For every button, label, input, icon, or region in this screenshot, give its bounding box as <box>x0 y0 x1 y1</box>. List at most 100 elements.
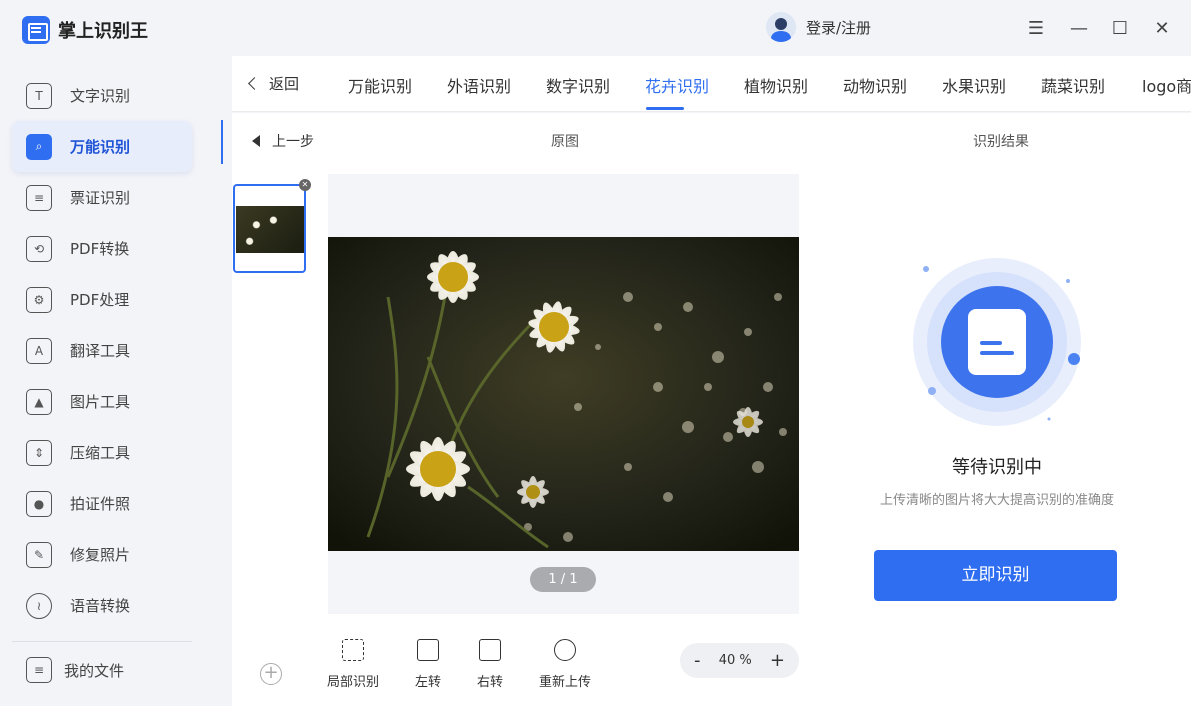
active-tab-indicator <box>646 107 684 110</box>
sidebar-item-text-recognition[interactable]: T 文字识别 <box>12 70 192 121</box>
image-preview: 1 / 1 <box>328 174 799 614</box>
add-image-button[interactable]: + <box>260 663 282 685</box>
active-nav-marker <box>221 120 223 164</box>
rotate-right-icon <box>479 639 501 661</box>
sidebar-item-translate[interactable]: A 翻译工具 <box>12 325 192 376</box>
tab-foreign[interactable]: 外语识别 <box>447 73 511 97</box>
sidebar-item-repair-photo[interactable]: ✎ 修复照片 <box>12 529 192 580</box>
sidebar-item-label: 修复照片 <box>70 546 131 564</box>
crop-focus-icon <box>342 639 364 661</box>
sidebar-item-label: 语音转换 <box>70 597 131 615</box>
pdf-process-icon: ⚙ <box>26 286 52 313</box>
rotate-right-button[interactable]: 右转 <box>455 633 525 690</box>
tool-label: 左转 <box>414 675 441 690</box>
tab-animals[interactable]: 动物识别 <box>843 73 907 97</box>
prev-step-label: 上一步 <box>272 134 314 150</box>
my-files-icon: ≡ <box>26 657 52 683</box>
tool-label: 重新上传 <box>538 675 591 690</box>
titlebar: 登录/注册 ☰ — ☐ ✕ <box>222 0 1191 56</box>
sidebar-item-ticket-recognition[interactable]: ≡ 票证识别 <box>12 172 192 223</box>
reupload-icon <box>554 639 576 661</box>
original-image-title: 原图 <box>551 134 579 150</box>
image-thumbnail[interactable]: ✕ <box>233 179 311 273</box>
thumbnail-image <box>236 206 304 253</box>
maximize-icon[interactable]: ☐ <box>1108 16 1132 40</box>
remove-thumbnail-icon[interactable]: ✕ <box>299 179 311 191</box>
sidebar-item-image-tool[interactable]: ▲ 图片工具 <box>12 376 192 427</box>
sidebar-item-my-files[interactable]: ≡ 我的文件 <box>26 657 124 683</box>
sidebar: 掌上识别王 T 文字识别 ⌕ 万能识别 ≡ 票证识别 ⟲ PDF转换 ⚙ PDF… <box>0 0 222 706</box>
menu-icon[interactable]: ☰ <box>1024 16 1048 40</box>
zoom-out-button[interactable]: - <box>694 650 701 671</box>
back-button[interactable]: 返回 <box>248 73 300 94</box>
sidebar-item-label: 票证识别 <box>70 189 131 207</box>
sidebar-item-label: PDF转换 <box>70 240 130 258</box>
waiting-title: 等待识别中 <box>952 457 1042 478</box>
partial-recognize-button[interactable]: 局部识别 <box>318 633 388 690</box>
sidebar-nav: T 文字识别 ⌕ 万能识别 ≡ 票证识别 ⟲ PDF转换 ⚙ PDF处理 A 翻… <box>12 70 192 631</box>
zoom-control: - 40 % + <box>680 643 799 678</box>
sidebar-item-label: 图片工具 <box>70 393 131 411</box>
triangle-left-icon <box>252 135 260 147</box>
tab-plants[interactable]: 植物识别 <box>744 73 808 97</box>
tool-label: 局部识别 <box>326 675 379 690</box>
flower-photo <box>328 237 799 551</box>
sidebar-item-universal-recognition[interactable]: ⌕ 万能识别 <box>12 121 192 172</box>
category-tabs: 返回 万能识别 外语识别 数字识别 花卉识别 植物识别 动物识别 水果识别 蔬菜… <box>232 56 1191 112</box>
sidebar-item-compress[interactable]: ⇕ 压缩工具 <box>12 427 192 478</box>
avatar <box>766 12 796 42</box>
close-icon[interactable]: ✕ <box>1150 16 1174 40</box>
login-button[interactable]: 登录/注册 <box>766 12 871 42</box>
pdf-convert-icon: ⟲ <box>26 235 52 262</box>
prev-step-button[interactable]: 上一步 <box>252 131 314 151</box>
waiting-subtitle: 上传清晰的图片将大大提高识别的准确度 <box>879 493 1114 508</box>
login-label: 登录/注册 <box>806 18 872 37</box>
sidebar-item-label: 拍证件照 <box>70 495 131 513</box>
rotate-left-icon <box>417 639 439 661</box>
universal-recognition-icon: ⌕ <box>26 133 52 160</box>
repair-photo-icon: ✎ <box>26 541 52 568</box>
app-brand: 掌上识别王 <box>22 16 148 44</box>
recognize-now-button[interactable]: 立即识别 <box>874 550 1117 601</box>
waiting-illustration <box>913 258 1081 426</box>
text-recognition-icon: T <box>26 82 52 109</box>
daisy-5 <box>733 407 763 437</box>
rotate-left-button[interactable]: 左转 <box>393 633 463 690</box>
tab-digits[interactable]: 数字识别 <box>546 73 610 97</box>
image-tool-icon: ▲ <box>26 388 52 415</box>
app-title: 掌上识别王 <box>58 21 148 42</box>
tab-logo[interactable]: logo商 <box>1142 73 1191 97</box>
daisy-image <box>328 237 799 551</box>
tab-fruits[interactable]: 水果识别 <box>942 73 1006 97</box>
recognition-workspace: 上一步 原图 识别结果 ✕ + 1 / 1 局部识别 左转 右转 重新上传 - … <box>232 113 1191 706</box>
daisy-4 <box>517 476 549 508</box>
tab-vegetables[interactable]: 蔬菜识别 <box>1041 73 1105 97</box>
voice-icon: ≀ <box>26 592 52 619</box>
sidebar-item-voice[interactable]: ≀ 语音转换 <box>12 580 192 631</box>
sidebar-item-label: 翻译工具 <box>70 342 131 360</box>
sidebar-item-pdf-process[interactable]: ⚙ PDF处理 <box>12 274 192 325</box>
sidebar-item-id-photo[interactable]: ● 拍证件照 <box>12 478 192 529</box>
reupload-button[interactable]: 重新上传 <box>530 633 600 690</box>
chevron-left-icon <box>248 77 261 90</box>
sidebar-divider <box>12 641 192 642</box>
sidebar-item-label: 压缩工具 <box>70 444 131 462</box>
page-indicator: 1 / 1 <box>530 567 596 592</box>
ticket-icon: ≡ <box>26 184 52 211</box>
my-files-label: 我的文件 <box>64 661 125 680</box>
zoom-level: 40 % <box>718 653 752 668</box>
tab-flowers[interactable]: 花卉识别 <box>645 73 709 97</box>
sidebar-item-pdf-convert[interactable]: ⟲ PDF转换 <box>12 223 192 274</box>
zoom-in-button[interactable]: + <box>770 650 785 671</box>
id-photo-icon: ● <box>26 490 52 517</box>
app-logo-icon <box>22 16 50 44</box>
tool-label: 右转 <box>476 675 503 690</box>
sidebar-item-label: 文字识别 <box>70 87 131 105</box>
sidebar-item-label: 万能识别 <box>70 138 131 156</box>
minimize-icon[interactable]: — <box>1067 16 1091 40</box>
compress-icon: ⇕ <box>26 439 52 466</box>
tab-universal[interactable]: 万能识别 <box>348 73 412 97</box>
sidebar-item-label: PDF处理 <box>70 291 130 309</box>
translate-icon: A <box>26 337 52 364</box>
back-label: 返回 <box>269 75 300 93</box>
